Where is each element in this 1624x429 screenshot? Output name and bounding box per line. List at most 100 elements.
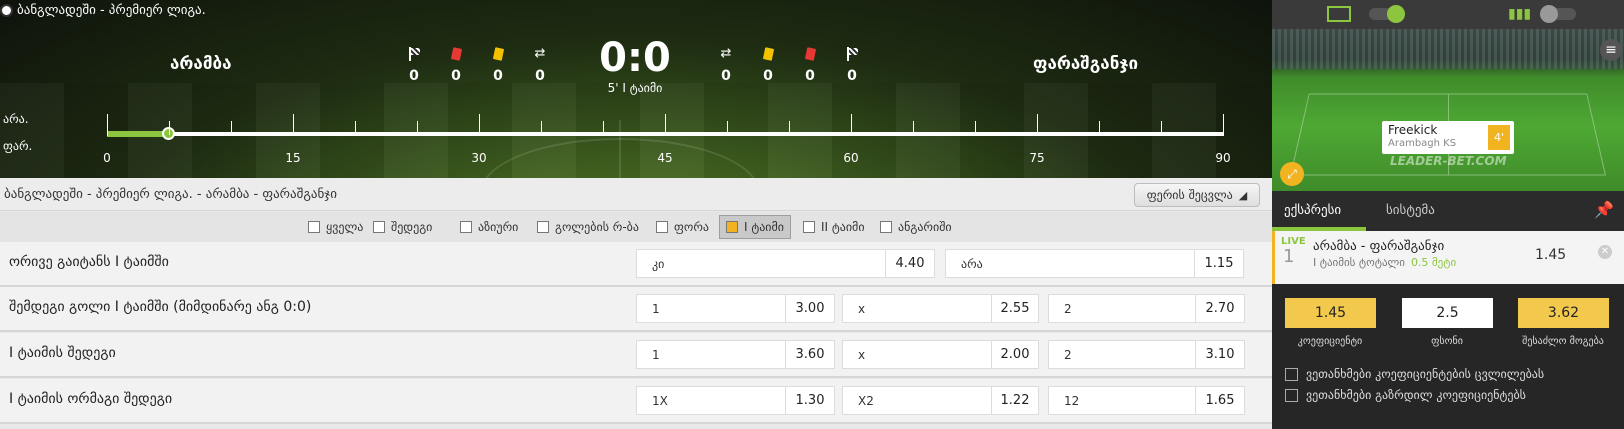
filter-goals[interactable]: გოლების რ-ბა xyxy=(531,215,645,239)
match-time: 5' I ტაიმი xyxy=(607,81,663,95)
filter-handicap[interactable]: ფორა xyxy=(650,215,715,239)
accept-increased-odds[interactable]: ვეთანხმები გაზრდილ კოეფიციენტებს xyxy=(1285,388,1526,402)
timeline-tick xyxy=(231,121,232,135)
possible-win: 3.62 xyxy=(1518,298,1609,328)
expand-icon[interactable]: ⤢ xyxy=(1280,162,1304,186)
timeline-tick xyxy=(479,114,480,136)
yellow-card-icon xyxy=(762,47,774,61)
timeline-tick xyxy=(541,121,542,135)
market-row: I ტაიმის ორმაგი შედეგი 1X 1.30 X2 1.22 1… xyxy=(0,379,1272,424)
corner-flag-icon xyxy=(407,47,421,61)
away-yellow-cards: 0 xyxy=(753,46,783,84)
odd-button[interactable]: 2.70 xyxy=(1195,294,1245,323)
outcome-button[interactable]: 1 xyxy=(636,340,786,369)
timeline-label: 15 xyxy=(285,151,301,165)
outcome-button[interactable]: კი xyxy=(636,249,886,278)
timeline-progress xyxy=(107,131,169,137)
timeline-tick xyxy=(293,114,294,136)
breadcrumb: ბანგლადეში - პრემიერ ლიგა. - არამბა - ფა… xyxy=(0,178,1272,211)
outcome-button[interactable]: 2 xyxy=(1048,340,1196,369)
match-panel: ბანგლადეში - პრემიერ ლიგა. არამბა ფარაშგ… xyxy=(0,0,1272,429)
match-header: ბანგლადეში - პრემიერ ლიგა. არამბა ფარაშგ… xyxy=(0,0,1272,178)
change-color-button[interactable]: ფერის შეცვლა ◢ xyxy=(1134,183,1260,207)
market-name: I ტაიმის შედეგი xyxy=(9,345,116,361)
filter-second-half[interactable]: II ტაიმი xyxy=(797,215,871,239)
timeline-label: 60 xyxy=(843,151,859,165)
pin-icon[interactable]: 📌 xyxy=(1594,200,1614,219)
live-field: Freekick Arambagh KS 4' LEADER-BET.COM ≡… xyxy=(1272,29,1624,191)
red-card-icon xyxy=(804,47,816,61)
filter-asian[interactable]: აზიური xyxy=(454,215,524,239)
market-row: შემდეგი გოლი I ტაიმში (მიმდინარე ანგ 0:0… xyxy=(0,287,1272,332)
filter-result[interactable]: შედეგი xyxy=(367,215,438,239)
away-substitutions: ⇄ 0 xyxy=(720,46,732,85)
odd-button[interactable]: 4.40 xyxy=(885,249,935,278)
view-toggles: ▮▮▮ xyxy=(1272,0,1624,29)
market-row: ორივე გაიტანს I ტაიმში კი 4.40 არა 1.15 xyxy=(0,242,1272,287)
field-view-icon[interactable] xyxy=(1327,6,1351,22)
odd-button[interactable]: 1.30 xyxy=(785,386,835,415)
odd-button[interactable]: 3.10 xyxy=(1195,340,1245,369)
stats-toggle[interactable] xyxy=(1540,5,1576,23)
stats-icon[interactable]: ▮▮▮ xyxy=(1508,6,1531,22)
stake-label: ფსონი xyxy=(1431,336,1463,347)
menu-icon[interactable]: ≡ xyxy=(1600,39,1622,61)
field-view-toggle[interactable] xyxy=(1369,5,1405,23)
tab-express[interactable]: ექსპრესი xyxy=(1284,203,1341,218)
brush-icon: ◢ xyxy=(1238,188,1248,202)
odd-button[interactable]: 3.00 xyxy=(785,294,835,323)
timeline-tick xyxy=(603,121,604,135)
stake-input[interactable]: 2.5 xyxy=(1402,298,1493,328)
timeline-tick xyxy=(417,121,418,135)
timeline-tick xyxy=(1037,114,1038,136)
market-row: I ტაიმის შედეგი 1 3.60 x 2.00 2 3.10 xyxy=(0,333,1272,378)
tab-system[interactable]: სისტემა xyxy=(1386,203,1435,218)
timeline-label: 30 xyxy=(471,151,487,165)
home-red-cards: 0 xyxy=(441,46,471,84)
odd-button[interactable]: 1.22 xyxy=(991,386,1039,415)
timeline-tick xyxy=(913,121,914,135)
odd-button[interactable]: 2.00 xyxy=(991,340,1039,369)
event-popup: Freekick Arambagh KS 4' xyxy=(1382,121,1514,154)
filter-all[interactable]: ყველა xyxy=(302,215,369,239)
bet-slip-panel: ▮▮▮ Freekick Arambagh KS 4' LEADER-BET.C… xyxy=(1272,0,1624,429)
away-red-cards: 0 xyxy=(795,46,825,84)
timeline-tick xyxy=(975,121,976,135)
accept-odds-change[interactable]: ვეთანხმები კოეფიციენტების ცვლილებას xyxy=(1285,367,1544,381)
odd-button[interactable]: 3.60 xyxy=(785,340,835,369)
score: 0:0 xyxy=(599,35,671,81)
coef-label: კოეფიციენტი xyxy=(1297,336,1363,347)
outcome-button[interactable]: x xyxy=(842,294,992,323)
timeline-tick xyxy=(355,121,356,135)
odd-button[interactable]: 2.55 xyxy=(991,294,1039,323)
timeline-label: 0 xyxy=(103,151,111,165)
home-substitutions: ⇄ 0 xyxy=(534,46,546,85)
home-corners: 0 xyxy=(399,46,429,84)
market-name: I ტაიმის ორმაგი შედეგი xyxy=(9,391,173,407)
league-title: ბანგლადეში - პრემიერ ლიგა. xyxy=(0,3,206,18)
outcome-button[interactable]: x xyxy=(842,340,992,369)
odd-button[interactable]: 1.15 xyxy=(1194,249,1244,278)
substitution-icon: ⇄ xyxy=(534,46,546,61)
away-corners: 0 xyxy=(837,46,867,84)
remove-icon[interactable]: ✕ xyxy=(1598,245,1612,259)
outcome-button[interactable]: 2 xyxy=(1048,294,1196,323)
filter-score[interactable]: ანგარიში xyxy=(874,215,958,239)
outcome-button[interactable]: არა xyxy=(945,249,1195,278)
outcome-button[interactable]: 1 xyxy=(636,294,786,323)
slip-market: I ტაიმის ტოტალი 0.5 მეტი xyxy=(1313,256,1457,269)
timeline-label: 45 xyxy=(657,151,673,165)
odd-button[interactable]: 1.65 xyxy=(1195,386,1245,415)
filter-first-half[interactable]: I ტაიმი xyxy=(719,215,791,239)
outcome-button[interactable]: 1X xyxy=(636,386,786,415)
red-card-icon xyxy=(450,47,462,61)
slip-match: არამბა - ფარაშგანჯი xyxy=(1313,239,1445,254)
outcome-button[interactable]: 12 xyxy=(1048,386,1196,415)
corner-flag-icon xyxy=(845,47,859,61)
timeline-tick xyxy=(1099,121,1100,135)
market-name: ორივე გაიტანს I ტაიმში xyxy=(9,254,169,270)
away-team: ფარაშგანჯი xyxy=(1033,54,1139,74)
outcome-button[interactable]: X2 xyxy=(842,386,992,415)
timeline-tick xyxy=(665,114,666,136)
timeline-tick xyxy=(851,114,852,136)
